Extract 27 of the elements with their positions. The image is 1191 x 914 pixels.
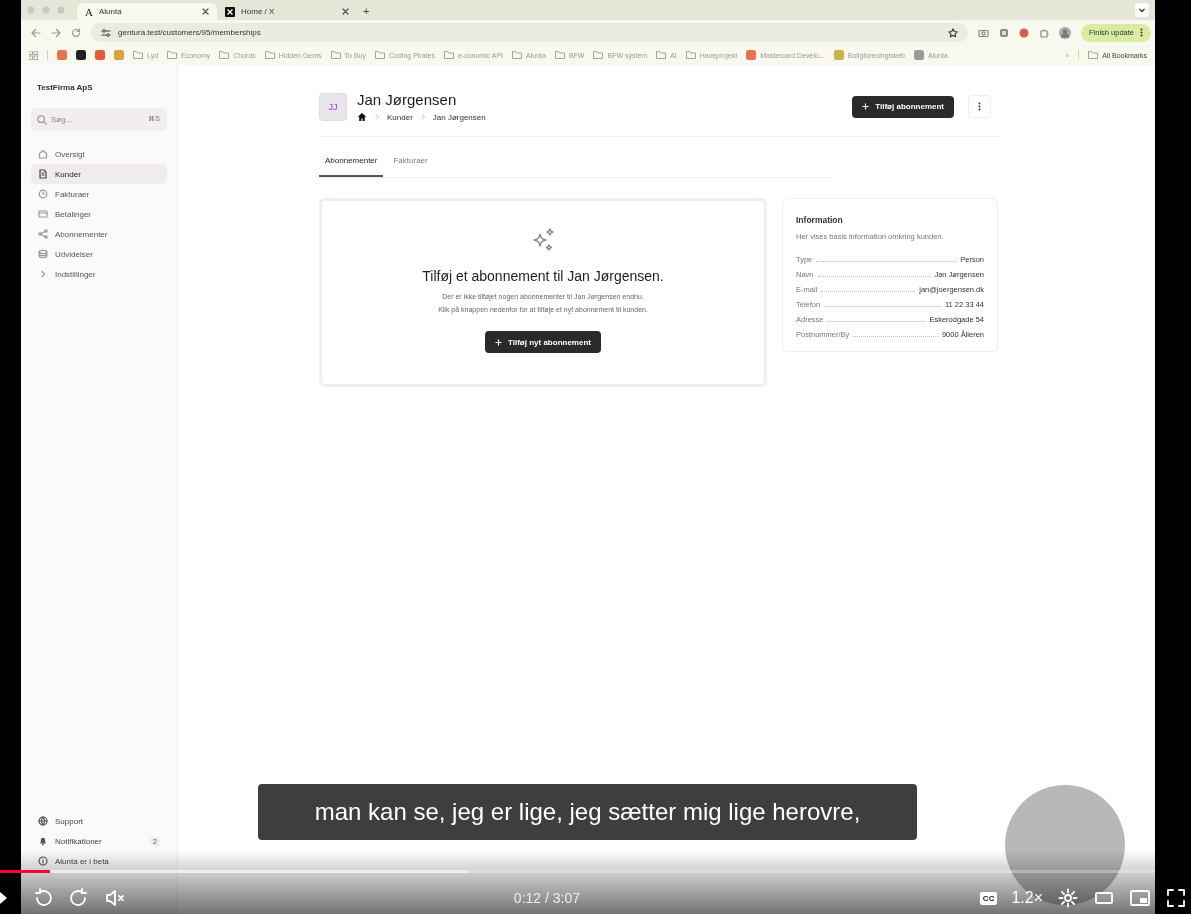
add-subscription-button[interactable]: Tilføj abonnement	[852, 95, 954, 118]
new-tab-button[interactable]: +	[357, 5, 376, 20]
browser-tab[interactable]: Home / X	[217, 3, 357, 20]
page-tab[interactable]: Abonnementer	[319, 147, 384, 177]
customer-name: Jan Jørgensen	[357, 91, 458, 108]
address-bar[interactable]: gentura.test/customers/95/memberships	[91, 23, 968, 42]
breadcrumb-link[interactable]: Kunder	[387, 112, 413, 122]
sidebar-footer-item[interactable]: Alunta er i beta	[31, 853, 167, 869]
sidebar-item[interactable]: Abonnementer	[31, 224, 167, 244]
sidebar-item[interactable]: Fakturaer	[31, 184, 167, 204]
card-title: Information	[796, 215, 844, 225]
empty-state-title: Tilføj et abonnement til Jan Jørgensen.	[422, 268, 664, 284]
page-tab[interactable]: Fakturaer	[387, 147, 434, 177]
video-time: 0:12 / 3:07	[513, 890, 580, 906]
company-name: TestFirma ApS	[36, 83, 94, 92]
breadcrumb-link[interactable]: Jan Jørgensen	[432, 112, 486, 122]
browser-tab[interactable]: A Alunta	[77, 3, 217, 20]
tab-favicon: A	[85, 5, 93, 18]
sidebar-item[interactable]: Oversigt	[31, 144, 167, 164]
add-new-subscription-button[interactable]: Tilføj nyt abonnement	[485, 331, 601, 353]
subtitle-caption: man kan se, jeg er lige, jeg sætter mig lige herovre,	[258, 784, 917, 840]
sidebar-item[interactable]: Udvidelser	[31, 244, 167, 264]
sidebar-item[interactable]: Kunder	[31, 164, 167, 184]
sidebar-item[interactable]: Indstillinger	[31, 264, 167, 284]
initials-avatar: JJ	[319, 92, 347, 121]
sidebar-footer-item[interactable]: Support	[31, 813, 167, 829]
sidebar-item[interactable]: Betalinger	[31, 204, 167, 224]
